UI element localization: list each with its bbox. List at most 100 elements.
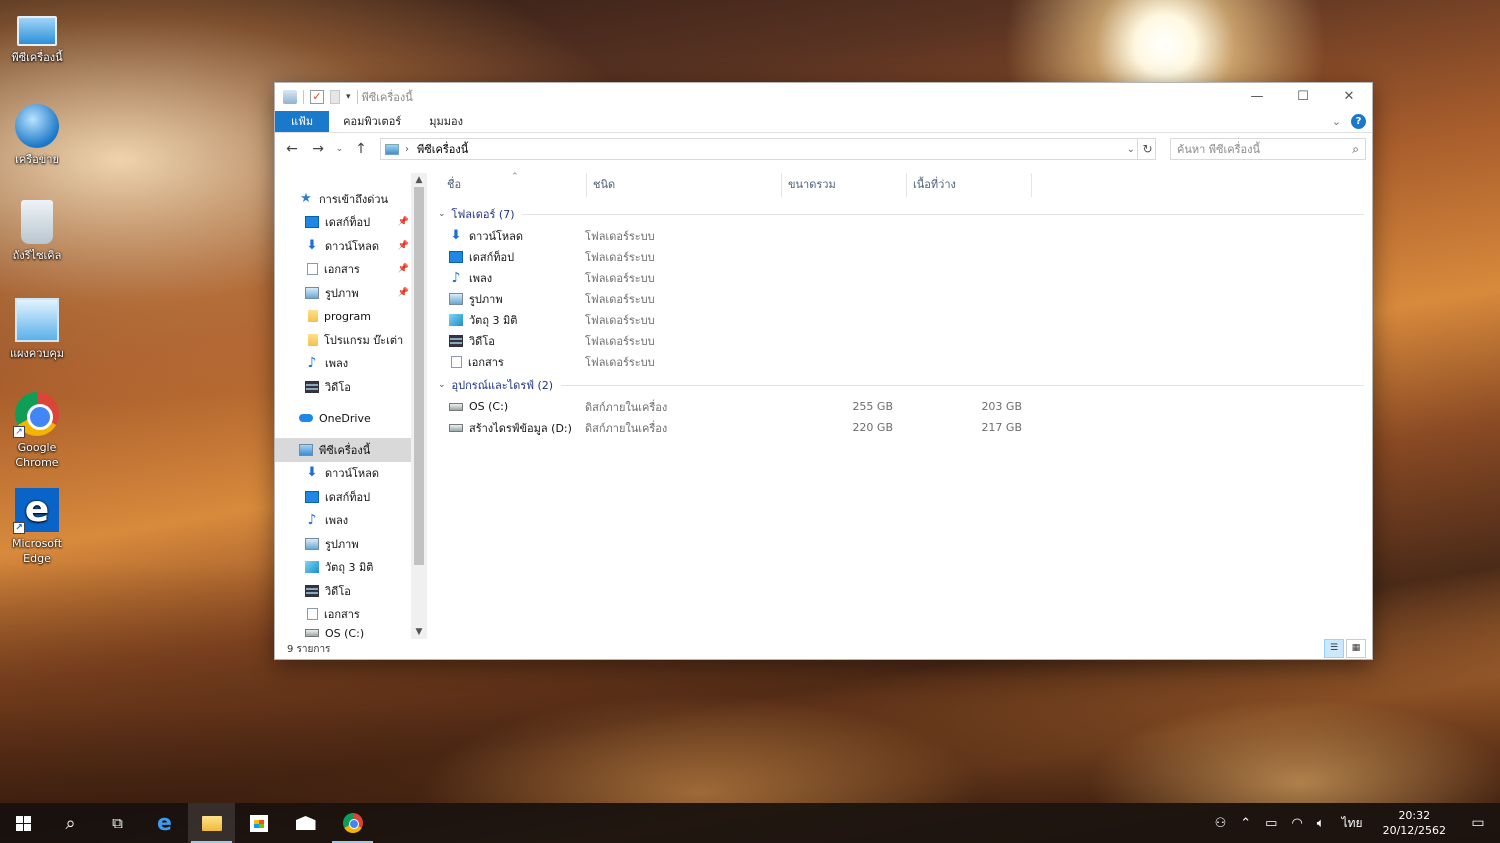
taskbar-mail[interactable]: [282, 803, 329, 843]
notification-icon[interactable]: ▭: [1456, 815, 1500, 831]
document-icon: [451, 355, 462, 368]
nav-pc-documents[interactable]: เอกสาร: [275, 603, 411, 627]
nav-pc-3d-objects[interactable]: วัตถุ 3 มิติ: [275, 556, 411, 580]
desktop-icon-edge[interactable]: e ↗ Microsoft Edge: [6, 488, 68, 566]
nav-label: เอกสาร: [324, 263, 360, 277]
column-total-size[interactable]: ขนาดรวม: [782, 173, 907, 197]
large-icons-view-button[interactable]: ▦: [1346, 639, 1366, 658]
list-item[interactable]: เอกสาร โฟลเดอร์ระบบ: [427, 351, 1372, 372]
address-bar[interactable]: › พีซีเครื่องนี้ ⌄ ↻: [380, 138, 1156, 160]
help-icon[interactable]: ?: [1351, 114, 1366, 129]
show-hidden-icons-icon[interactable]: ⌃: [1233, 816, 1258, 831]
column-name[interactable]: ชื่อ: [427, 165, 587, 197]
nav-label: โปรแกรม บ๊ะเต่า: [324, 333, 404, 347]
nav-item-documents[interactable]: เอกสาร 📌: [275, 258, 411, 282]
drive-item[interactable]: สร้างไดรฟ์ข้อมูล (D:) ดิสก์ภายในเครื่อง 22…: [427, 417, 1372, 438]
nav-pc-music[interactable]: ♪ เพลง: [275, 509, 411, 533]
download-icon: ⬇: [450, 227, 462, 243]
customize-toolbar-icon[interactable]: ▾: [346, 92, 351, 102]
nav-this-pc[interactable]: พีซีเครื่องนี้: [275, 438, 411, 462]
list-item[interactable]: วัตถุ 3 มิติ โฟลเดอร์ระบบ: [427, 309, 1372, 330]
nav-item-program-folder[interactable]: โปรแกรม บ๊ะเต่า: [275, 328, 411, 352]
item-type: ดิสก์ภายในเครื่อง: [585, 421, 668, 435]
expand-ribbon-icon[interactable]: ⌄: [1332, 115, 1341, 128]
start-button[interactable]: [0, 803, 47, 843]
taskbar-file-explorer[interactable]: [188, 803, 235, 843]
taskbar-chrome[interactable]: [329, 803, 376, 843]
title-bar[interactable]: ✓ ▾ พีซีเครื่องนี้ — ☐ ✕: [275, 83, 1372, 111]
battery-icon[interactable]: ▭: [1258, 816, 1284, 831]
onedrive-icon: [299, 414, 313, 423]
3d-objects-icon: [449, 313, 463, 326]
desktop-icon-this-pc[interactable]: พีซีเครื่องนี้: [6, 8, 68, 65]
list-item[interactable]: รูปภาพ โฟลเดอร์ระบบ: [427, 288, 1372, 309]
nav-label: เพลง: [325, 514, 349, 528]
nav-item-downloads[interactable]: ⬇ ดาวน์โหลด 📌: [275, 234, 411, 258]
desktop-icon-network[interactable]: เครือข่าย: [6, 104, 68, 167]
nav-item-videos[interactable]: วิดีโอ: [275, 375, 411, 399]
language-indicator[interactable]: ไทย: [1332, 814, 1373, 833]
task-view-button[interactable]: ⧉: [94, 803, 141, 843]
breadcrumb-chevron-icon[interactable]: ›: [405, 144, 409, 155]
column-type[interactable]: ชนิด: [587, 173, 782, 197]
nav-item-program[interactable]: program: [275, 305, 411, 329]
details-view-button[interactable]: ☰: [1324, 639, 1344, 658]
nav-item-desktop[interactable]: เดสก์ท็อป 📌: [275, 211, 411, 235]
recent-locations-button[interactable]: ⌄: [333, 144, 346, 154]
scroll-up-icon[interactable]: ▲: [411, 175, 427, 185]
list-item[interactable]: วิดีโอ โฟลเดอร์ระบบ: [427, 330, 1372, 351]
close-button[interactable]: ✕: [1326, 83, 1372, 111]
volume-icon[interactable]: 🔈︎: [1310, 816, 1332, 831]
nav-label: เอกสาร: [324, 608, 360, 622]
nav-pc-downloads[interactable]: ⬇ ดาวน์โหลด: [275, 462, 411, 486]
back-button[interactable]: ←: [281, 141, 303, 157]
desktop-icon-control-panel[interactable]: แผงควบคุม: [6, 298, 68, 361]
item-name: เอกสาร: [468, 355, 504, 369]
nav-pc-drive-c[interactable]: OS (C:): [275, 626, 411, 639]
refresh-button[interactable]: ↻: [1137, 139, 1157, 159]
nav-pc-pictures[interactable]: รูปภาพ: [275, 532, 411, 556]
group-label: อุปกรณ์และไดรฟ์ (2): [451, 379, 554, 392]
star-icon: ★: [300, 190, 312, 206]
nav-pc-videos[interactable]: วิดีโอ: [275, 579, 411, 603]
nav-quick-access[interactable]: ★ การเข้าถึงด่วน: [275, 187, 411, 211]
drive-item[interactable]: OS (C:) ดิสก์ภายในเครื่อง 255 GB 203 GB: [427, 396, 1372, 417]
address-dropdown-icon[interactable]: ⌄: [1127, 144, 1135, 155]
collapse-chevron-icon[interactable]: ⌄: [438, 380, 446, 390]
list-item[interactable]: เดสก์ท็อป โฟลเดอร์ระบบ: [427, 246, 1372, 267]
forward-button[interactable]: →: [307, 141, 329, 157]
list-item[interactable]: ♪ เพลง โฟลเดอร์ระบบ: [427, 267, 1372, 288]
nav-item-music[interactable]: ♪ เพลง: [275, 352, 411, 376]
nav-pc-desktop[interactable]: เดสก์ท็อป: [275, 485, 411, 509]
people-icon[interactable]: ⚇: [1208, 816, 1234, 831]
clock[interactable]: 20:32 20/12/2562: [1373, 808, 1456, 838]
new-folder-icon[interactable]: [330, 90, 340, 104]
desktop-icon-recycle-bin[interactable]: ถังรีไซเคิล: [6, 200, 68, 263]
taskbar-store[interactable]: [235, 803, 282, 843]
shortcut-arrow-icon: ↗: [13, 426, 25, 438]
list-item[interactable]: ⬇ ดาวน์โหลด โฟลเดอร์ระบบ: [427, 225, 1372, 246]
tab-view[interactable]: มุมมอง: [415, 111, 477, 132]
group-devices[interactable]: ⌄ อุปกรณ์และไดรฟ์ (2): [427, 374, 1372, 396]
nav-scrollbar[interactable]: ▲ ▼: [411, 173, 427, 639]
taskbar-edge[interactable]: e: [141, 803, 188, 843]
search-button[interactable]: ⌕: [47, 803, 94, 843]
maximize-button[interactable]: ☐: [1280, 83, 1326, 111]
column-free-space[interactable]: เนื้อที่ว่าง: [907, 173, 1032, 197]
nav-item-pictures[interactable]: รูปภาพ 📌: [275, 281, 411, 305]
minimize-button[interactable]: —: [1234, 83, 1280, 111]
nav-onedrive[interactable]: OneDrive: [275, 407, 411, 431]
scroll-down-icon[interactable]: ▼: [411, 627, 427, 637]
tab-computer[interactable]: คอมพิวเตอร์: [329, 111, 415, 132]
desktop-icon: [449, 250, 463, 263]
properties-icon[interactable]: ✓: [310, 90, 324, 104]
desktop-icon-chrome[interactable]: ↗ Google Chrome: [6, 392, 68, 470]
search-input[interactable]: ค้นหา พีซีเครื่องนี้ ⌕: [1170, 138, 1366, 160]
wifi-icon[interactable]: ◠: [1284, 816, 1309, 831]
collapse-chevron-icon[interactable]: ⌄: [438, 209, 446, 219]
scrollbar-thumb[interactable]: [414, 187, 424, 565]
breadcrumb-this-pc[interactable]: พีซีเครื่องนี้: [417, 140, 468, 158]
tab-file[interactable]: แฟ้ม: [275, 111, 330, 132]
up-button[interactable]: ↑: [350, 141, 372, 157]
group-folders[interactable]: ⌄ โฟลเดอร์ (7): [427, 203, 1372, 225]
